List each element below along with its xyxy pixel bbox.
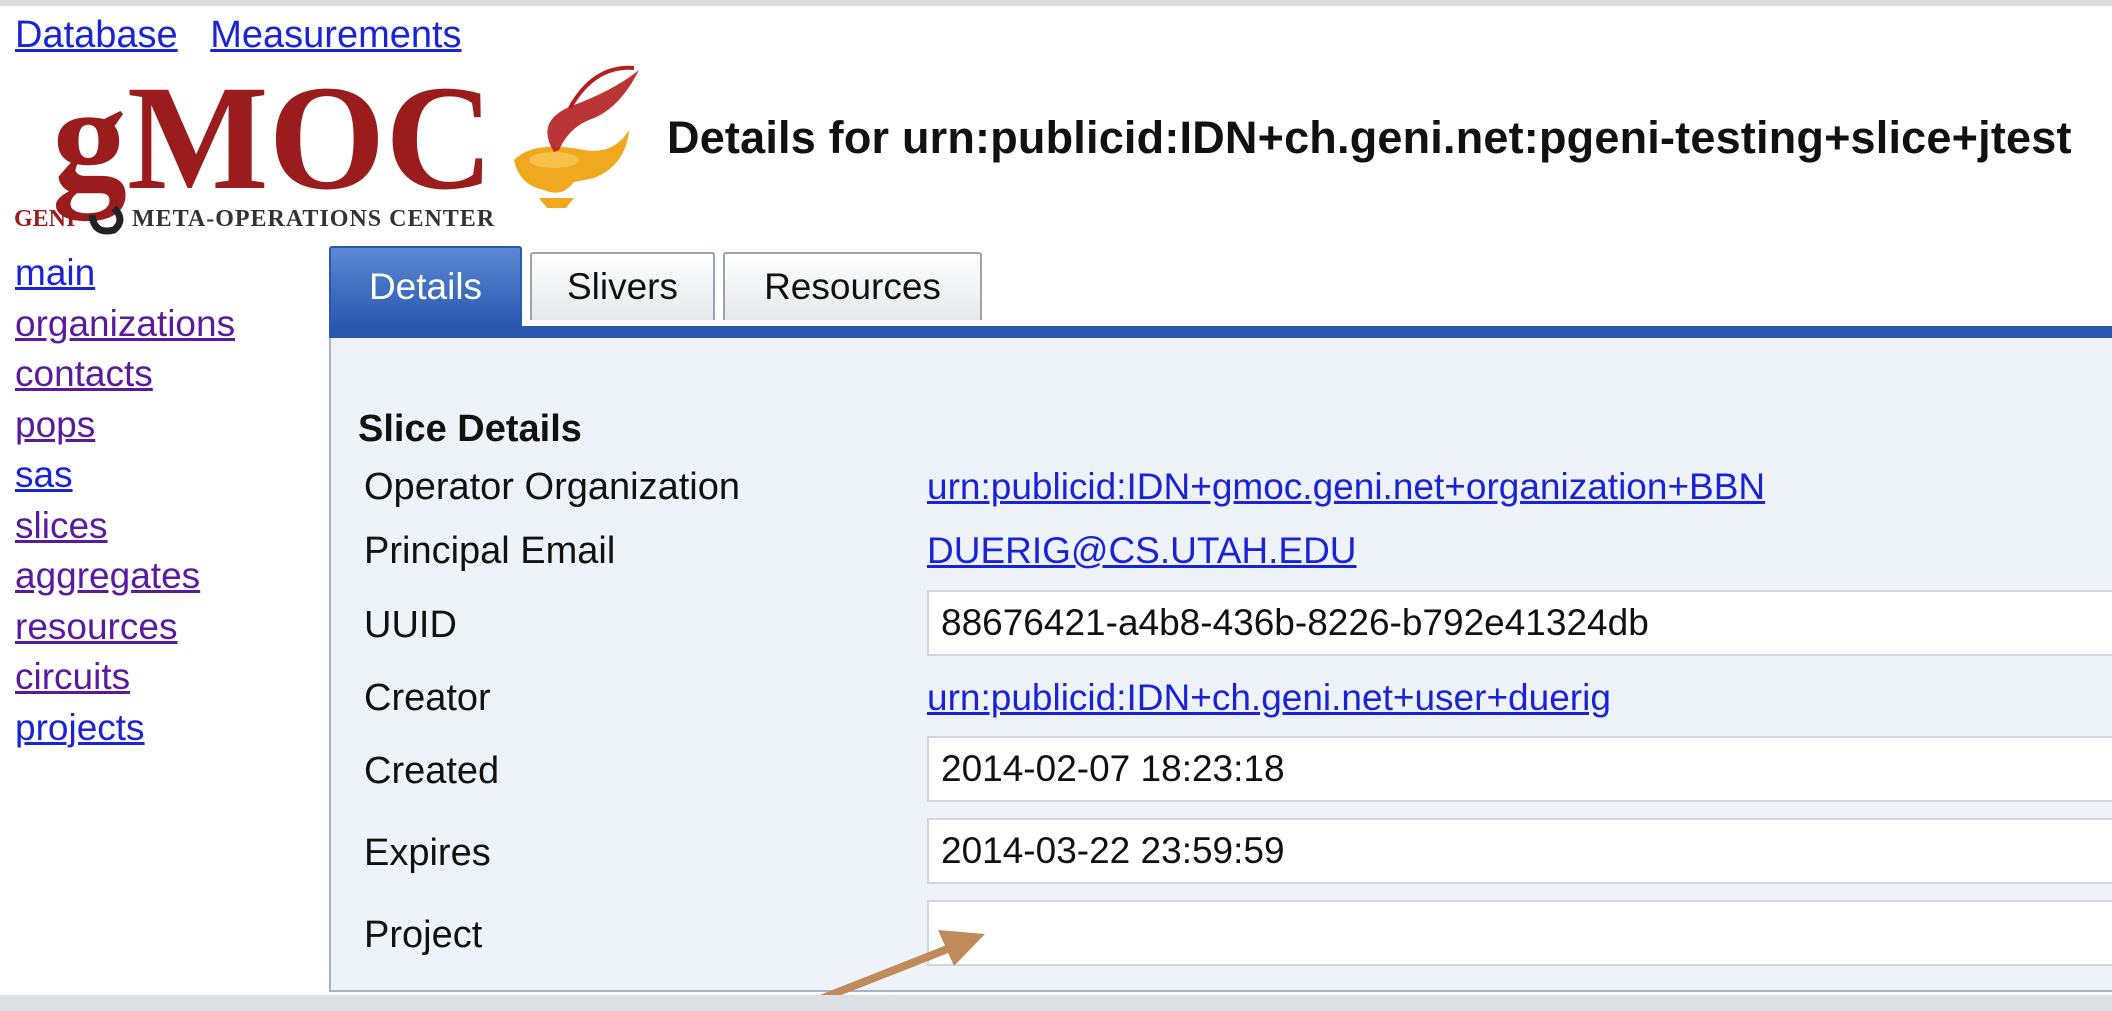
sidebar-navigation: main organizations contacts pops sas sli… (15, 248, 235, 753)
gmoc-logo: gMOC GENI META-OPERATIONS CENTER (14, 60, 639, 235)
gmoc-logo-brand: gMOC (52, 60, 494, 221)
bottom-frame-border (0, 995, 2112, 1011)
lamp-icon (514, 65, 639, 208)
sidebar-item-organizations[interactable]: organizations (15, 299, 235, 350)
operator-org-label: Operator Organization (364, 466, 740, 508)
principal-email-link[interactable]: DUERIG@CS.UTAH.EDU (927, 530, 1357, 572)
tab-resources[interactable]: Resources (723, 252, 982, 320)
logo-tagline: META-OPERATIONS CENTER (132, 206, 495, 232)
sidebar-item-circuits[interactable]: circuits (15, 652, 235, 703)
measurements-link[interactable]: Measurements (210, 14, 461, 56)
sidebar-item-resources[interactable]: resources (15, 602, 235, 653)
tab-details[interactable]: Details (329, 246, 522, 326)
created-label: Created (364, 750, 500, 792)
principal-email-label: Principal Email (364, 530, 616, 572)
expires-label: Expires (364, 832, 491, 874)
uuid-label: UUID (364, 604, 457, 646)
created-field[interactable]: 2014-02-07 18:23:18 (927, 736, 2112, 802)
top-navigation: Database Measurements (15, 14, 484, 57)
sidebar-item-slices[interactable]: slices (15, 501, 235, 552)
creator-label: Creator (364, 677, 491, 719)
sidebar-item-pops[interactable]: pops (15, 400, 235, 451)
creator-link[interactable]: urn:publicid:IDN+ch.geni.net+user+duerig (927, 677, 1611, 719)
top-frame-border (0, 0, 2112, 6)
sidebar-item-aggregates[interactable]: aggregates (15, 551, 235, 602)
sidebar-item-projects[interactable]: projects (15, 703, 235, 754)
tab-slivers[interactable]: Slivers (530, 252, 715, 320)
page-title: Details for urn:publicid:IDN+ch.geni.net… (667, 112, 2072, 163)
details-panel (329, 338, 2112, 992)
sidebar-item-main[interactable]: main (15, 248, 235, 299)
uuid-field[interactable]: 88676421-a4b8-436b-8226-b792e41324db (927, 590, 2112, 656)
expires-field[interactable]: 2014-03-22 23:59:59 (927, 818, 2112, 884)
tab-strip (329, 326, 2112, 338)
sidebar-item-sas[interactable]: sas (15, 450, 235, 501)
operator-org-link[interactable]: urn:publicid:IDN+gmoc.geni.net+organizat… (927, 466, 1765, 508)
section-title: Slice Details (358, 408, 582, 450)
sidebar-item-contacts[interactable]: contacts (15, 349, 235, 400)
database-link[interactable]: Database (15, 14, 178, 56)
project-label: Project (364, 914, 483, 956)
project-field[interactable] (927, 900, 2112, 966)
geni-label: GENI (14, 206, 75, 232)
